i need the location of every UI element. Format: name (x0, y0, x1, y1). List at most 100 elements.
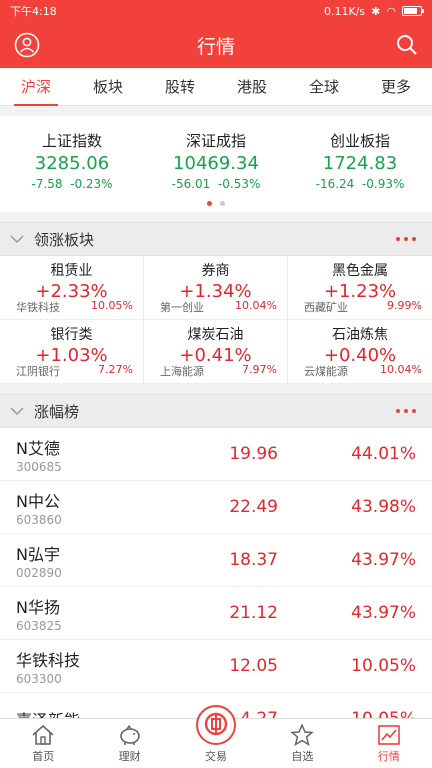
more-icon[interactable] (396, 409, 416, 413)
sector-name: 煤炭石油 (187, 327, 244, 343)
sector-card[interactable]: 银行类 +1.03% 江阴银行 7.27% (0, 320, 144, 384)
stock-code: 300685 (16, 459, 62, 474)
sector-leader: 云煤能源 (304, 365, 348, 378)
index-carousel[interactable]: 上证指数 3285.06 -7.58 -0.23% 深证成指 10469.34 … (0, 116, 432, 212)
nav-trade[interactable]: 交易 (173, 705, 259, 768)
nav-label: 行情 (377, 750, 400, 763)
sector-card[interactable]: 石油炼焦 +0.40% 云煤能源 10.04% (288, 320, 432, 384)
stock-code: 603825 (16, 618, 62, 633)
stock-name: N华扬 (16, 597, 60, 617)
sector-leader: 第一创业 (160, 301, 204, 314)
index-value: 3285.06 (34, 153, 110, 174)
sector-card[interactable]: 租赁业 +2.33% 华铁科技 10.05% (0, 256, 144, 320)
sectors-grid: 租赁业 +2.33% 华铁科技 10.05% 券商 +1.34% 第一创业 10.0… (0, 256, 432, 384)
nav-label: 理财 (118, 750, 141, 763)
table-row[interactable]: N中公 603860 22.49 43.98% (0, 481, 432, 534)
sector-name: 券商 (201, 263, 230, 279)
index-chinext[interactable]: 创业板指 1724.83 -16.24 -0.93% (288, 130, 432, 191)
bluetooth-icon: ✱ (371, 4, 381, 18)
sector-card[interactable]: 煤炭石油 +0.41% 上海能源 7.97% (144, 320, 288, 384)
stock-pct: 10.05% (351, 656, 416, 676)
status-bar: 下午4:18 0.11K/s ✱ ◠ (0, 0, 432, 22)
stock-pct: 43.97% (351, 550, 416, 570)
table-row[interactable]: N弘宇 002890 18.37 43.97% (0, 534, 432, 587)
table-row[interactable]: N华扬 603825 21.12 43.97% (0, 587, 432, 640)
star-icon (290, 724, 315, 746)
nav-watchlist[interactable]: 自选 (259, 719, 345, 768)
nav-label: 自选 (291, 750, 314, 763)
nav-finance[interactable]: 理财 (86, 719, 172, 768)
sector-name: 租赁业 (50, 263, 93, 279)
nav-market[interactable]: 行情 (346, 719, 432, 768)
sectors-section-header[interactable]: 领涨板块 (0, 222, 432, 256)
sector-card[interactable]: 券商 +1.34% 第一创业 10.04% (144, 256, 288, 320)
sector-leader-pct: 7.27% (98, 363, 133, 376)
carousel-dot (220, 201, 225, 206)
stock-name: 华铁科技 (16, 650, 81, 670)
index-change: -16.24 -0.93% (315, 177, 405, 191)
sector-leader-pct: 10.04% (235, 299, 277, 312)
index-change: -56.01 -0.53% (171, 177, 261, 191)
sector-name: 石油炼焦 (332, 327, 388, 343)
gainers-section-header[interactable]: 涨幅榜 (0, 394, 432, 428)
chevron-down-icon[interactable] (10, 230, 24, 248)
user-icon[interactable] (14, 32, 40, 58)
stock-name: N艾德 (16, 438, 60, 458)
tab-hushen[interactable]: 沪深 (0, 68, 72, 106)
sector-leader-pct: 9.99% (387, 299, 422, 312)
app: 下午4:18 0.11K/s ✱ ◠ 行情 沪深 板块 股转 港股 全球 更多 … (0, 0, 432, 768)
home-icon (32, 724, 54, 745)
stock-price: 12.05 (229, 656, 278, 676)
sector-leader-pct: 10.04% (380, 363, 422, 376)
bottom-nav: 首页 理财 交易 自选 行情 (0, 705, 432, 768)
index-value: 10469.34 (173, 153, 259, 174)
stock-code: 603300 (16, 671, 62, 686)
index-shanghai[interactable]: 上证指数 3285.06 -7.58 -0.23% (0, 130, 144, 191)
bank-logo-icon[interactable] (196, 705, 237, 745)
sector-leader: 华铁科技 (16, 301, 60, 314)
stock-pct: 43.97% (351, 603, 416, 623)
network-speed: 0.11K/s (324, 4, 366, 18)
carousel-dot-active (207, 201, 212, 206)
stock-pct: 43.98% (351, 497, 416, 517)
table-row[interactable]: N艾德 300685 19.96 44.01% (0, 428, 432, 481)
carousel-dots (0, 201, 432, 206)
index-name: 创业板指 (329, 132, 390, 150)
table-row[interactable]: 华铁科技 603300 12.05 10.05% (0, 640, 432, 693)
sector-leader: 西藏矿业 (304, 301, 348, 314)
sector-leader: 上海能源 (160, 365, 204, 378)
nav-label: 首页 (32, 750, 55, 763)
tab-bankuai[interactable]: 板块 (72, 68, 144, 106)
stock-code: 603860 (16, 512, 62, 527)
stock-name: N中公 (16, 491, 60, 511)
sector-card[interactable]: 黑色金属 +1.23% 西藏矿业 9.99% (288, 256, 432, 320)
gainers-list: N艾德 300685 19.96 44.01% N中公 603860 22.49 4… (0, 428, 432, 746)
sector-leader-pct: 7.97% (242, 363, 277, 376)
section-title: 涨幅榜 (34, 402, 80, 421)
search-icon[interactable] (394, 32, 420, 58)
index-value: 1724.83 (322, 153, 398, 174)
index-name: 深证成指 (185, 132, 246, 150)
nav-home[interactable]: 首页 (0, 719, 86, 768)
chevron-down-icon[interactable] (10, 402, 24, 420)
more-icon[interactable] (396, 237, 416, 241)
tab-guzhuan[interactable]: 股转 (144, 68, 216, 106)
header: 行情 (0, 22, 432, 68)
stock-price: 22.49 (229, 497, 278, 517)
market-tabs: 沪深 板块 股转 港股 全球 更多 (0, 68, 432, 106)
section-title: 领涨板块 (34, 230, 95, 249)
page-title: 行情 (196, 35, 235, 58)
chart-icon (378, 725, 400, 745)
tab-ganggu[interactable]: 港股 (216, 68, 288, 106)
tab-more[interactable]: 更多 (360, 68, 432, 106)
tab-quanqiu[interactable]: 全球 (288, 68, 360, 106)
stock-price: 18.37 (229, 550, 278, 570)
sector-name: 黑色金属 (332, 263, 388, 279)
wifi-icon: ◠ (386, 4, 396, 18)
index-name: 上证指数 (41, 132, 102, 150)
sector-name: 银行类 (50, 327, 93, 343)
battery-icon (402, 6, 424, 16)
stock-name: N弘宇 (16, 544, 60, 564)
status-right: 0.11K/s ✱ ◠ (324, 4, 424, 18)
index-shenzhen[interactable]: 深证成指 10469.34 -56.01 -0.53% (144, 130, 288, 191)
